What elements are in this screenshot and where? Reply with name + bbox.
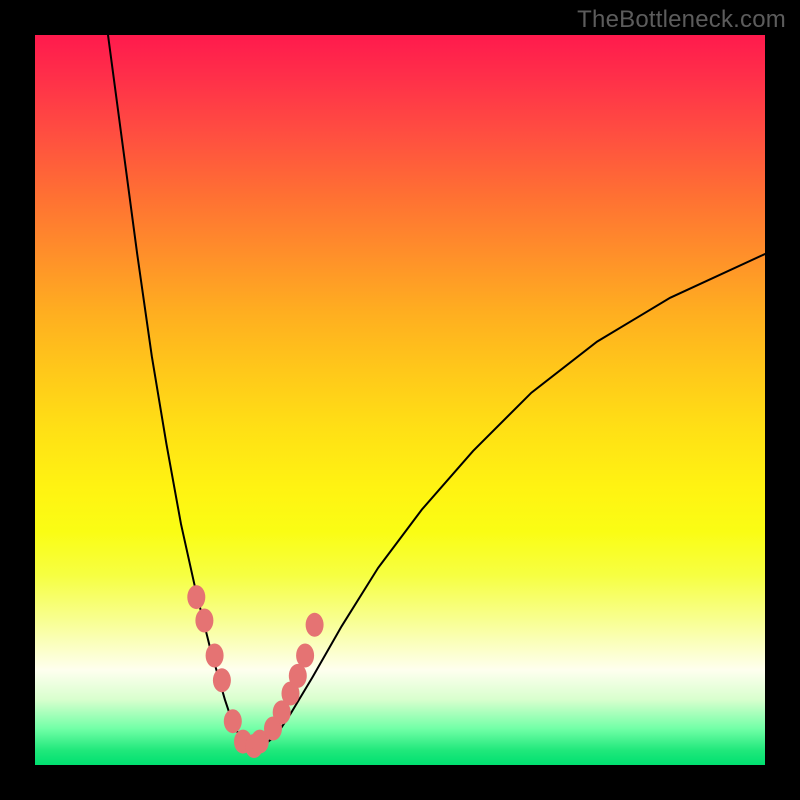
chart-svg [35,35,765,765]
dot [224,709,242,733]
watermark-text: TheBottleneck.com [577,6,786,34]
dot [296,644,314,668]
curve-line [108,35,765,750]
dot [306,613,324,637]
dot [195,609,213,633]
highlight-dots [187,585,323,758]
dot [187,585,205,609]
dot [289,664,307,688]
dot [213,668,231,692]
dot [206,644,224,668]
